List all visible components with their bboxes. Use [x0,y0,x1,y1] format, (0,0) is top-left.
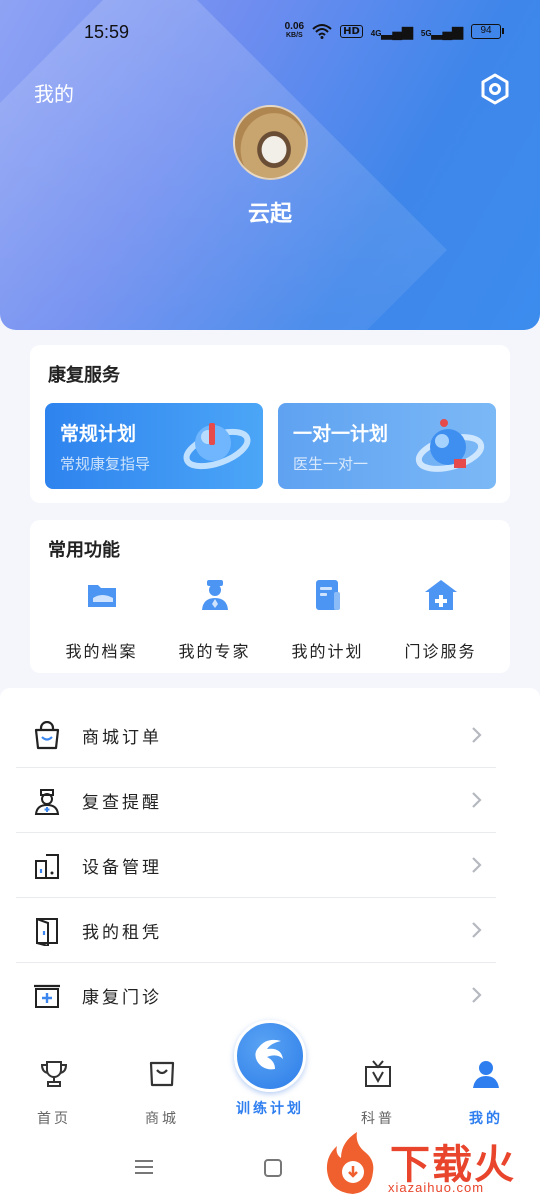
tab-training-plan[interactable]: 训练计划 [232,1020,308,1118]
menu-item-rehab-clinic[interactable]: 康复门诊 [16,963,496,1028]
tab-label: 首页 [37,1111,71,1127]
tab-shop[interactable]: 商城 [122,1058,202,1128]
document-icon [315,580,340,610]
tab-label: 科普 [361,1111,395,1127]
username: 云起 [247,201,292,227]
menu-label: 商城订单 [82,728,162,748]
tab-label: 我的 [469,1111,503,1127]
tab-label: 训练计划 [236,1101,304,1117]
regular-plan-card[interactable]: 常规计划 常规康复指导 [45,403,263,489]
menu-list: 商城订单 复查提醒 设备管理 我的租凭 康复门诊 [0,688,540,1048]
menu-item-device-management[interactable]: 设备管理 [16,833,496,898]
watermark-url: xiazaihuo.com [388,1180,485,1195]
page-title: 我的 [34,82,74,106]
function-label: 我的档案 [65,642,138,661]
settings-hexagon-icon[interactable] [478,72,512,106]
status-bar: 15:59 0.06 KB/S HD 4G▂▄▆ 5G▂▄▆ 94 [0,0,540,66]
section-title-rehab: 康复服务 [48,365,120,386]
menu-label: 复查提醒 [82,793,162,813]
function-label: 我的计划 [291,642,364,661]
battery-icon: 94 [471,23,504,39]
function-label: 门诊服务 [404,642,477,661]
status-icons: 0.06 KB/S HD 4G▂▄▆ 5G▂▄▆ 94 [285,22,504,40]
rehab-services-card: 康复服务 常规计划 常规康复指导 一对一计划 医生一对一 [30,345,510,503]
function-label: 我的专家 [178,642,251,661]
orb-ring-icon [415,419,485,472]
menu-label: 设备管理 [82,858,162,878]
folder-icon [87,585,116,607]
bag-icon [149,1061,175,1087]
logo-icon [255,1039,283,1070]
tab-science[interactable]: 科普 [338,1058,418,1128]
common-functions-card: 常用功能 我的档案 我的专家 我的计划 门诊服务 [30,520,510,673]
planet-ring-icon [183,423,251,470]
flame-logo-icon [326,1132,374,1194]
nurse-icon [34,789,60,815]
function-my-archive[interactable]: 我的档案 [45,578,158,662]
function-my-plan[interactable]: 我的计划 [271,578,384,662]
device-icon [35,854,59,879]
menu-label: 我的租凭 [82,923,162,943]
signal-icon-2: 5G▂▄▆ [420,22,463,39]
training-logo-button[interactable] [234,1020,306,1092]
shopping-bag-icon [34,721,60,750]
person-icon [473,1061,499,1088]
menu-icon[interactable] [134,1159,154,1175]
chevron-right-icon [472,922,482,938]
home-button[interactable] [264,1159,282,1177]
clinic-icon [424,580,457,610]
tab-mine[interactable]: 我的 [446,1058,526,1128]
menu-item-recheck-reminder[interactable]: 复查提醒 [16,768,496,833]
door-icon [36,918,58,946]
menu-label: 康复门诊 [82,988,162,1008]
wifi-icon [312,24,332,39]
function-my-expert[interactable]: 我的专家 [158,578,271,662]
video-icon [365,1060,391,1087]
watermark: 下载火 xiazaihuo.com [318,1128,538,1198]
bottom-tab-bar: 首页 商城 训练计划 科普 我的 [0,1020,540,1133]
medical-kit-icon [34,984,60,1008]
status-time: 15:59 [84,22,130,42]
tab-label: 商城 [145,1111,179,1127]
doctor-icon [201,580,228,610]
network-speed: 0.06 KB/S [284,21,305,40]
hd-badge: HD [340,24,363,38]
one-on-one-plan-title: 一对一计划 [293,423,389,445]
menu-item-my-rental[interactable]: 我的租凭 [16,898,496,963]
regular-plan-title: 常规计划 [60,423,137,445]
one-on-one-plan-card[interactable]: 一对一计划 医生一对一 [278,403,496,489]
chevron-right-icon [472,987,482,1003]
trophy-icon [40,1061,68,1087]
signal-icon: 4G▂▄▆ [370,22,413,39]
section-title-common: 常用功能 [48,540,120,561]
function-grid: 我的档案 我的专家 我的计划 门诊服务 [30,578,510,662]
menu-item-shop-orders[interactable]: 商城订单 [16,703,496,768]
tab-home[interactable]: 首页 [14,1058,94,1128]
function-clinic-service[interactable]: 门诊服务 [384,578,497,662]
avatar[interactable] [233,105,308,180]
one-on-one-plan-subtitle: 医生一对一 [293,455,369,473]
regular-plan-subtitle: 常规康复指导 [60,455,151,473]
chevron-right-icon [472,857,482,873]
chevron-right-icon [472,792,482,808]
chevron-right-icon [472,727,482,743]
